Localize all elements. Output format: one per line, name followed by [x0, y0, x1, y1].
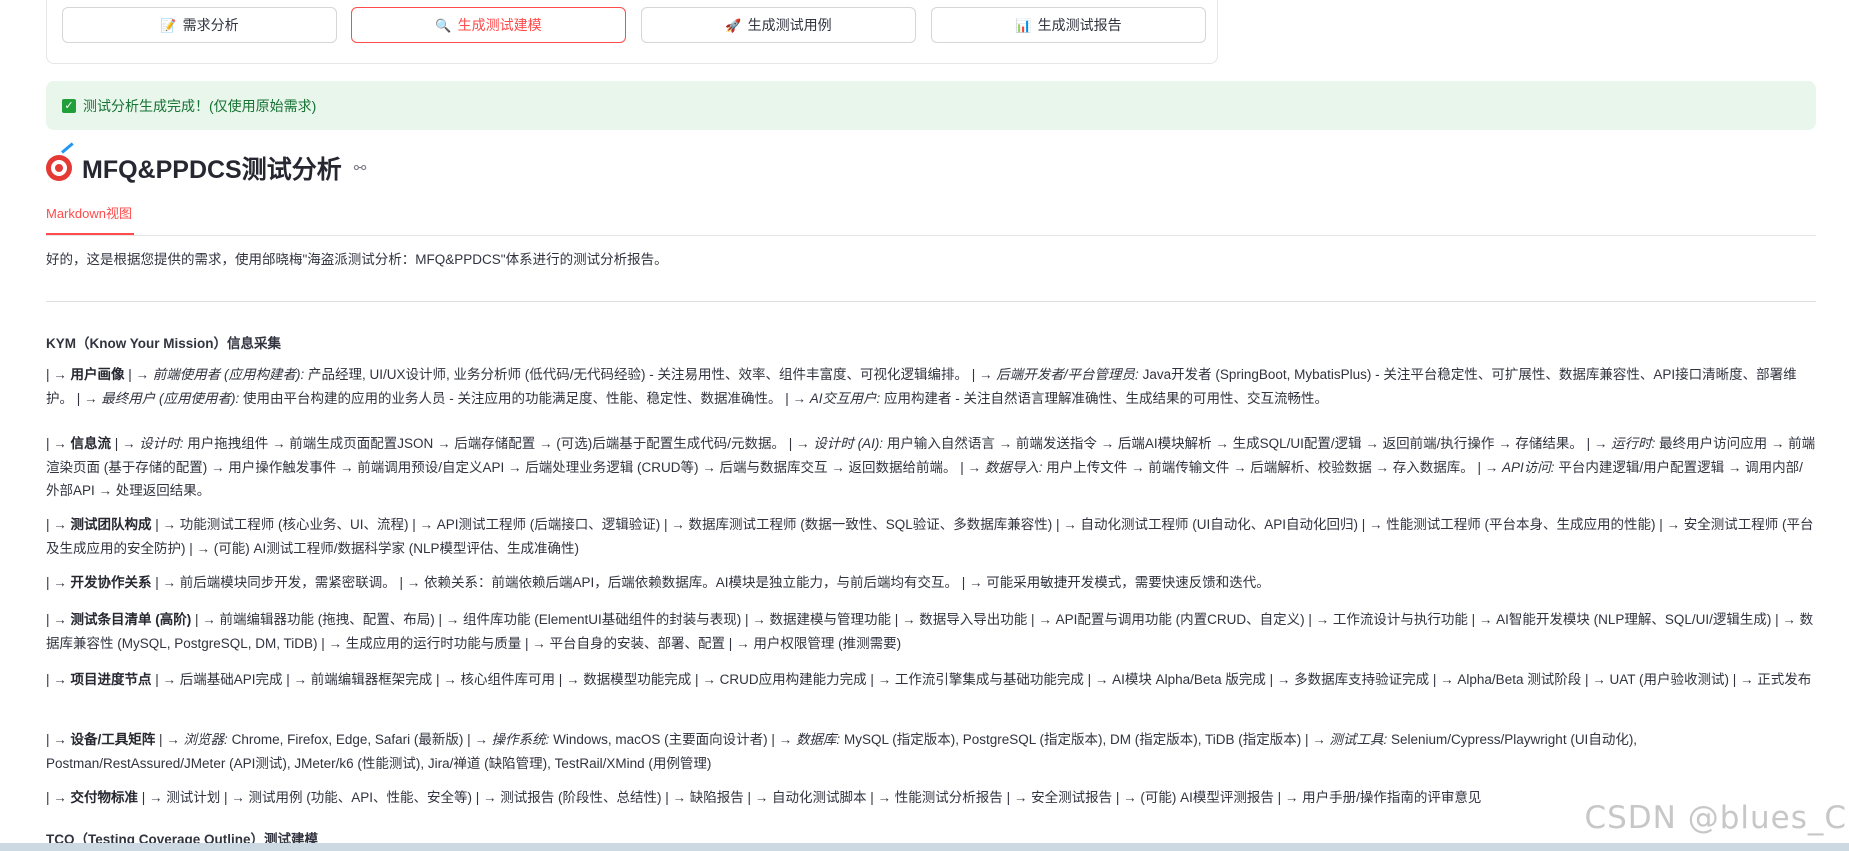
- watermark: CSDN @blues_C: [1584, 800, 1847, 836]
- success-alert-text: 测试分析生成完成！(仅使用原始需求): [83, 97, 317, 114]
- deliverables-paragraph: | → 交付物标准 | → 测试计划 | → 测试用例 (功能、API、性能、安…: [46, 790, 1482, 805]
- schedule-paragraph: | → 项目进度节点 | → 后端基础API完成 | → 前端编辑器框架完成 |…: [46, 672, 1812, 687]
- generate-test-model-label: 生成测试建模: [457, 17, 542, 33]
- view-tabs: Markdown视图: [46, 205, 1816, 236]
- requirement-analysis-label: 需求分析: [182, 17, 239, 33]
- requirement-analysis-button[interactable]: 📝 需求分析: [62, 7, 337, 43]
- kym-heading: KYM（Know Your Mission）信息采集: [46, 336, 282, 351]
- page-header: MFQ&PPDCS测试分析 ⚯: [46, 142, 367, 186]
- magnifier-icon: 🔍: [435, 17, 452, 33]
- device-matrix-paragraph: | → 设备/工具矩阵 | → 浏览器: Chrome, Firefox, Ed…: [46, 732, 1638, 771]
- page-title: MFQ&PPDCS测试分析: [82, 156, 342, 184]
- memo-icon: 📝: [160, 17, 177, 33]
- tab-markdown-view[interactable]: Markdown视图: [46, 205, 134, 235]
- divider: [46, 301, 1816, 302]
- user-persona-paragraph: | → 用户画像 | → 前端使用者 (应用构建者): 产品经理, UI/UX设…: [46, 367, 1797, 406]
- intro-paragraph: 好的，这是根据您提供的需求，使用邰晓梅"海盗派测试分析：MFQ&PPDCS"体系…: [46, 252, 668, 267]
- generate-test-cases-button[interactable]: 🚀 生成测试用例: [641, 7, 916, 43]
- generate-test-model-button[interactable]: 🔍 生成测试建模: [351, 7, 626, 43]
- bottom-scrollbar[interactable]: [0, 843, 1849, 851]
- rocket-icon: 🚀: [725, 17, 742, 33]
- generate-test-report-label: 生成测试报告: [1037, 17, 1122, 33]
- target-icon: [46, 142, 74, 181]
- success-alert: ✓ 测试分析生成完成！(仅使用原始需求): [46, 81, 1816, 130]
- generate-test-cases-label: 生成测试用例: [747, 17, 832, 33]
- generate-test-report-button[interactable]: 📊 生成测试报告: [931, 7, 1206, 43]
- anchor-link-icon[interactable]: ⚯: [354, 159, 367, 177]
- test-items-paragraph: | → 测试条目清单 (高阶) | → 前端编辑器功能 (拖拽、配置、布局) |…: [46, 612, 1814, 651]
- markdown-content: 好的，这是根据您提供的需求，使用邰晓梅"海盗派测试分析：MFQ&PPDCS"体系…: [46, 250, 1816, 847]
- dev-collaboration-paragraph: | → 开发协作关系 | → 前后端模块同步开发，需紧密联调。 | → 依赖关系…: [46, 575, 1270, 590]
- check-icon: ✓: [62, 98, 76, 113]
- bar-chart-icon: 📊: [1015, 17, 1032, 33]
- action-toolbar: 📝 需求分析 🔍 生成测试建模 🚀 生成测试用例 📊 生成测试报告: [46, 0, 1218, 64]
- test-team-paragraph: | → 测试团队构成 | → 功能测试工程师 (核心业务、UI、流程) | → …: [46, 517, 1814, 556]
- information-flow-paragraph: | → 信息流 | → 设计时: 用户拖拽组件 → 前端生成页面配置JSON →…: [46, 436, 1816, 498]
